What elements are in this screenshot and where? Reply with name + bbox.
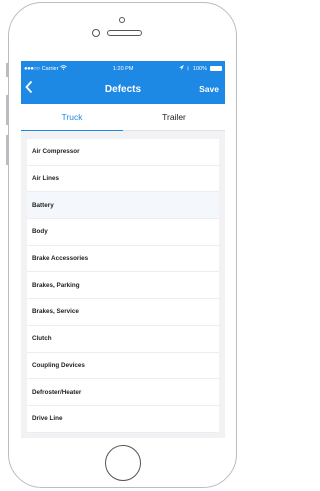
speaker-grille xyxy=(107,30,142,36)
list-item[interactable]: Brakes, Parking xyxy=(27,272,219,300)
navigation-bar: Defects Save xyxy=(21,76,225,104)
camera-icon xyxy=(119,17,125,23)
list-item[interactable]: Defroster/Heater xyxy=(27,379,219,406)
list-item[interactable]: Coupling Devices xyxy=(27,353,219,380)
status-right: ᛒ 100% xyxy=(178,65,222,72)
list-item[interactable]: Clutch xyxy=(27,326,219,353)
defect-list: Air Compressor Air Lines Battery Body Br… xyxy=(27,139,219,433)
list-item[interactable]: Brakes, Service xyxy=(27,299,219,326)
carrier-label: Carrier xyxy=(41,65,59,72)
save-button[interactable]: Save xyxy=(199,84,219,94)
home-button[interactable] xyxy=(105,445,141,481)
page-title: Defects xyxy=(104,84,142,95)
list-item[interactable]: Battery xyxy=(27,192,219,220)
volume-down-button xyxy=(6,135,8,165)
battery-percent: 100% xyxy=(192,65,207,72)
signal-icon: ●●●○○ xyxy=(24,65,40,72)
status-left: ●●●○○ Carrier xyxy=(24,65,68,72)
list-item[interactable]: Body xyxy=(27,219,219,246)
tab-bar: Truck Trailer xyxy=(21,104,225,131)
tab-truck[interactable]: Truck xyxy=(21,104,123,131)
volume-up-button xyxy=(6,95,8,125)
status-bar: ●●●○○ Carrier 1:20 PM ᛒ 100% xyxy=(21,61,225,76)
wifi-icon xyxy=(60,65,68,72)
app-screen: ●●●○○ Carrier 1:20 PM ᛒ 100% Defects Sav… xyxy=(21,61,225,438)
list-item[interactable]: Air Lines xyxy=(27,166,219,193)
front-camera-icon xyxy=(92,29,100,37)
tab-trailer[interactable]: Trailer xyxy=(123,104,225,130)
list-item[interactable]: Drive Line xyxy=(27,406,219,433)
list-item[interactable]: Brake Accessories xyxy=(27,246,219,273)
bluetooth-icon: ᛒ xyxy=(186,65,190,72)
list-item[interactable]: Air Compressor xyxy=(27,139,219,166)
battery-icon xyxy=(209,66,222,71)
mute-switch xyxy=(6,63,8,77)
location-arrow-icon xyxy=(178,65,184,72)
status-time: 1:20 PM xyxy=(112,65,134,72)
